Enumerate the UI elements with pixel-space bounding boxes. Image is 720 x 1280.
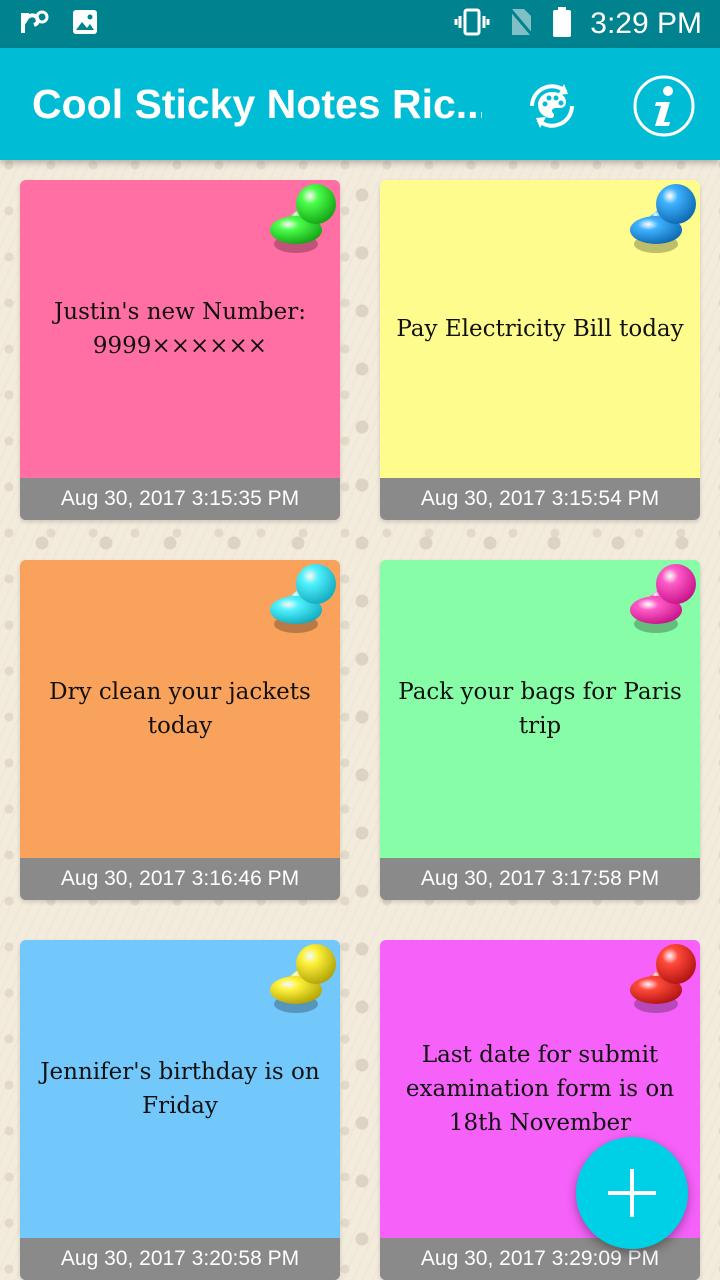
battery-icon	[552, 6, 572, 42]
image-icon	[72, 9, 98, 40]
np-app-icon	[20, 7, 50, 42]
sticky-note[interactable]: Jennifer's birthday is on Friday Aug 30,…	[20, 940, 340, 1280]
sticky-note[interactable]: Pay Electricity Bill today Aug 30, 2017 …	[380, 180, 700, 520]
status-bar: 3:29 PM	[0, 0, 720, 48]
note-date: Aug 30, 2017 3:15:35 PM	[20, 478, 340, 520]
app-title: Cool Sticky Notes Ric...	[32, 80, 482, 127]
red-pushpin-icon	[626, 940, 700, 1020]
sticky-note[interactable]: Justin's new Number: 9999×××××× Aug 30, …	[20, 180, 340, 520]
blue-pushpin-icon	[626, 180, 700, 260]
status-time: 3:29 PM	[590, 7, 702, 40]
vibrate-icon	[454, 8, 490, 41]
note-date: Aug 30, 2017 3:16:46 PM	[20, 858, 340, 900]
app-bar: Cool Sticky Notes Ric...	[0, 48, 720, 160]
green-pushpin-icon	[266, 180, 340, 260]
pink-pushpin-icon	[626, 560, 700, 640]
cyan-pushpin-icon	[266, 560, 340, 640]
yellow-pushpin-icon	[266, 940, 340, 1020]
sticky-note[interactable]: Dry clean your jackets today Aug 30, 201…	[20, 560, 340, 900]
info-icon[interactable]	[632, 74, 696, 138]
add-note-button[interactable]	[576, 1137, 688, 1249]
sticky-note[interactable]: Pack your bags for Paris trip Aug 30, 20…	[380, 560, 700, 900]
note-date: Aug 30, 2017 3:15:54 PM	[380, 478, 700, 520]
note-date: Aug 30, 2017 3:17:58 PM	[380, 858, 700, 900]
palette-refresh-icon[interactable]	[520, 74, 584, 138]
note-date: Aug 30, 2017 3:20:58 PM	[20, 1238, 340, 1280]
plus-icon	[608, 1169, 656, 1217]
no-sim-icon	[508, 7, 534, 42]
